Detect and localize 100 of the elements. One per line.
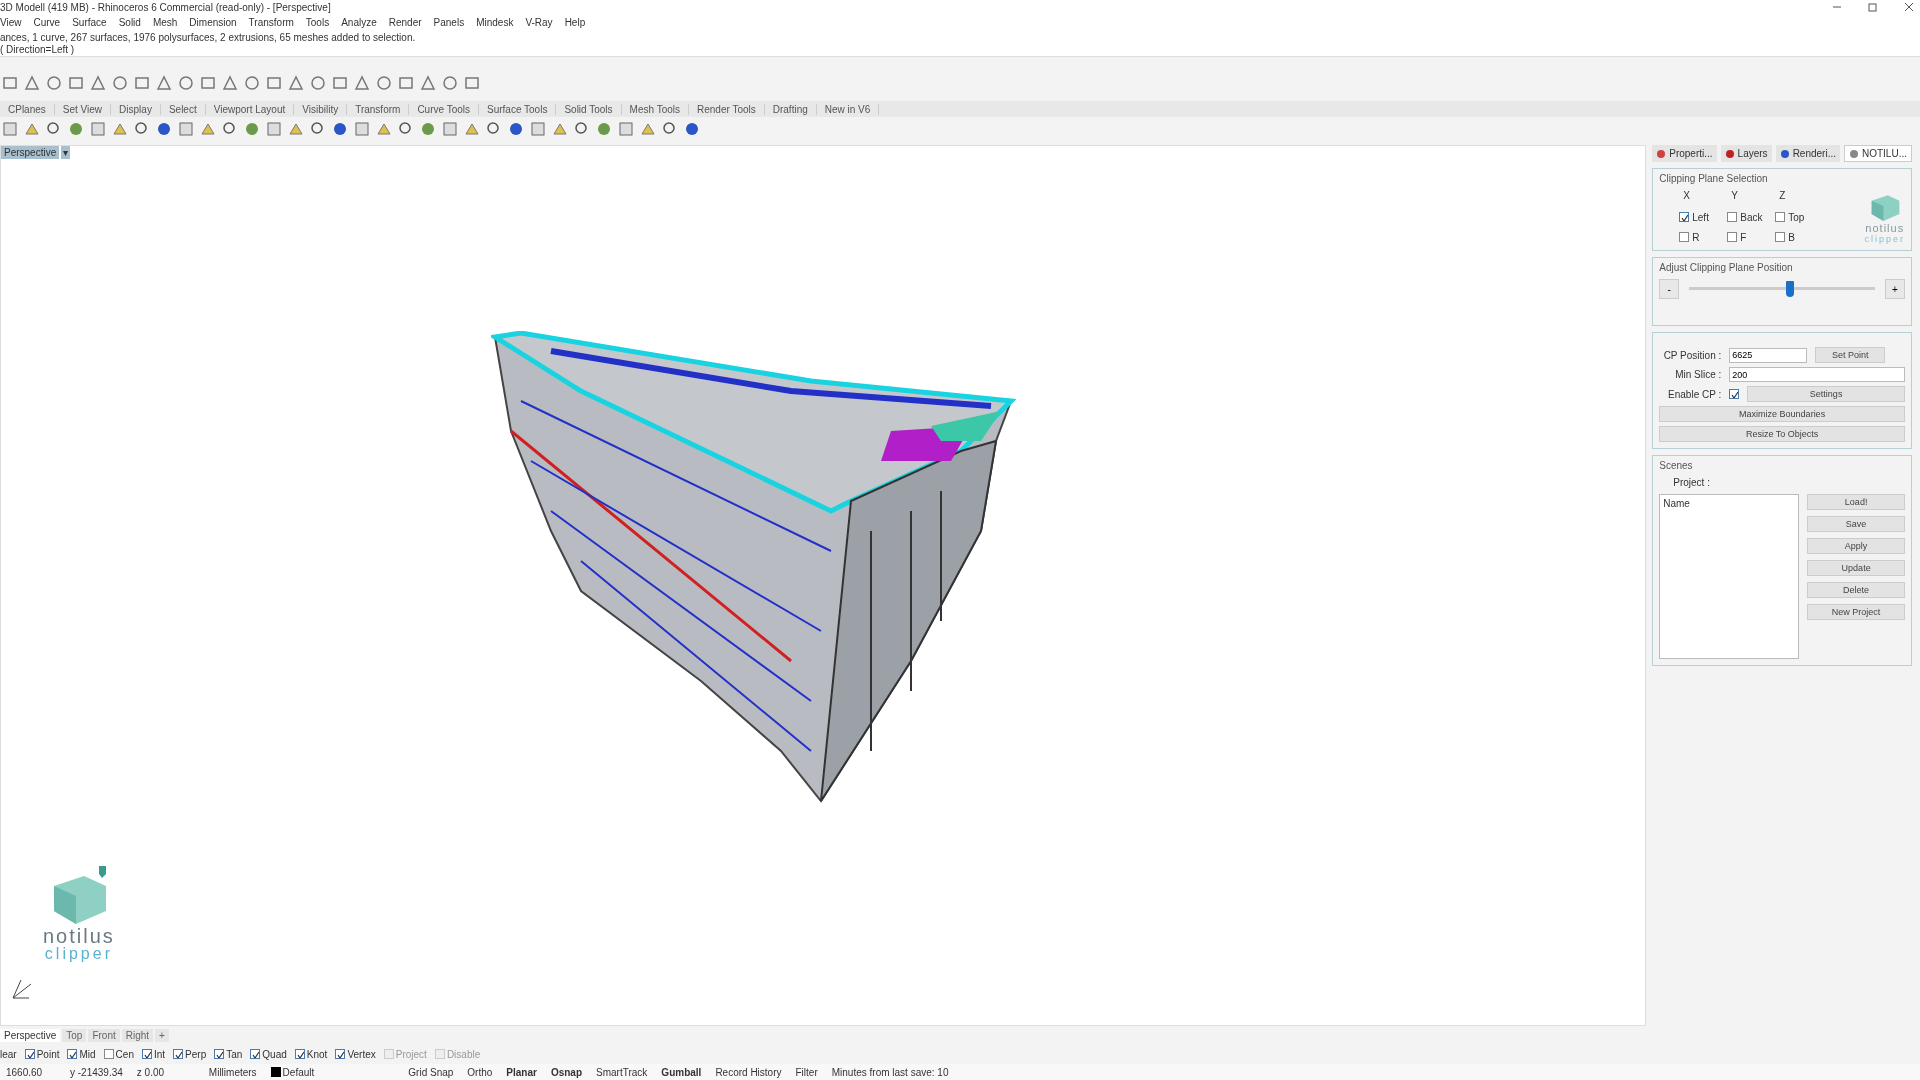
toolbar-tab[interactable]: Drafting [764, 103, 817, 115]
decrease-button[interactable]: - [1659, 279, 1680, 299]
resize-to-objects-button[interactable]: Resize To Objects [1659, 426, 1905, 442]
scene-button[interactable]: Update [1807, 560, 1905, 576]
toolbar-tool-icon[interactable] [508, 121, 524, 137]
toolbar-tool-icon[interactable] [222, 121, 238, 137]
checkbox[interactable] [103, 1049, 114, 1059]
menu-item[interactable]: Analyze [341, 16, 377, 28]
toolbar-tab[interactable]: Visibility [294, 103, 348, 115]
status-toggle[interactable]: Record History [715, 1066, 782, 1078]
toolbar-tool-icon[interactable] [288, 75, 304, 91]
menu-item[interactable]: Tools [305, 16, 330, 28]
toolbar-tool-icon[interactable] [552, 121, 568, 137]
toolbar-tab[interactable]: CPlanes [0, 103, 55, 115]
toolbar-tab[interactable]: New in V6 [816, 103, 880, 115]
checkbox[interactable] [173, 1049, 184, 1059]
toolbar-tool-icon[interactable] [200, 121, 216, 137]
restore-icon[interactable] [1868, 2, 1878, 12]
status-toggle[interactable]: Osnap [550, 1066, 583, 1078]
toolbar-tool-icon[interactable] [376, 75, 392, 91]
checkbox[interactable] [214, 1049, 225, 1059]
toolbar-tab[interactable]: Select [160, 103, 206, 115]
menu-item[interactable]: Solid [118, 16, 141, 28]
toolbar-tab[interactable]: Set View [54, 103, 112, 115]
slider-thumb[interactable] [1785, 281, 1794, 297]
close-icon[interactable] [1904, 2, 1914, 12]
status-toggle[interactable]: Gumball [661, 1066, 702, 1078]
menu-item[interactable]: Dimension [189, 16, 237, 28]
toolbar-tool-icon[interactable] [420, 75, 436, 91]
min-slice-field[interactable]: 200 [1729, 367, 1905, 382]
toolbar-tool-icon[interactable] [156, 121, 172, 137]
checkbox[interactable] [1727, 232, 1738, 242]
checkbox[interactable] [1775, 232, 1786, 242]
scene-list[interactable]: Name [1659, 494, 1800, 659]
scene-button[interactable]: Load! [1807, 494, 1905, 510]
viewport-tab[interactable]: Top [62, 1028, 87, 1042]
add-tab-button[interactable]: + [155, 1028, 169, 1042]
viewport-dropdown[interactable]: ▾ [61, 146, 71, 159]
toolbar-tool-icon[interactable] [640, 121, 656, 137]
menu-item[interactable]: View [0, 16, 22, 28]
layer-label[interactable]: Default [282, 1066, 315, 1078]
toolbar-tool-icon[interactable] [46, 75, 62, 91]
toolbar-tool-icon[interactable] [288, 121, 304, 137]
toolbar-tool-icon[interactable] [332, 121, 348, 137]
panel-tab[interactable]: NOTILU... [1844, 145, 1912, 162]
checkbox[interactable] [294, 1049, 305, 1059]
checkbox[interactable] [67, 1049, 78, 1059]
checkbox[interactable] [141, 1049, 152, 1059]
toolbar-tab[interactable]: Transform [347, 103, 410, 115]
toolbar-tool-icon[interactable] [68, 121, 84, 137]
toolbar-tool-icon[interactable] [376, 121, 392, 137]
toolbar-tool-icon[interactable] [684, 121, 700, 137]
settings-button[interactable]: Settings [1747, 386, 1905, 402]
menu-item[interactable]: Mesh [152, 16, 178, 28]
toolbar-tab[interactable]: Curve Tools [409, 103, 479, 115]
panel-tab[interactable]: Properti... [1652, 145, 1717, 162]
toolbar-tool-icon[interactable] [662, 121, 678, 137]
menu-item[interactable]: Surface [72, 16, 107, 28]
toolbar-tab[interactable]: Surface Tools [479, 103, 557, 115]
toolbar-tool-icon[interactable] [178, 75, 194, 91]
checkbox[interactable] [1775, 212, 1786, 222]
toolbar-tool-icon[interactable] [24, 121, 40, 137]
scene-button[interactable]: New Project [1807, 604, 1905, 620]
toolbar-tab[interactable]: Solid Tools [556, 103, 622, 115]
toolbar-tool-icon[interactable] [244, 75, 260, 91]
toolbar-tool-icon[interactable] [112, 75, 128, 91]
menu-item[interactable]: Help [564, 16, 586, 28]
toolbar-tool-icon[interactable] [112, 121, 128, 137]
toolbar-tool-icon[interactable] [596, 121, 612, 137]
set-point-button[interactable]: Set Point [1815, 347, 1886, 363]
toolbar-tool-icon[interactable] [310, 121, 326, 137]
checkbox[interactable] [1727, 212, 1738, 222]
viewport-tab[interactable]: Right [121, 1028, 154, 1042]
toolbar-tool-icon[interactable] [46, 121, 62, 137]
checkbox[interactable] [335, 1049, 346, 1059]
viewport-label[interactable]: Perspective [1, 146, 60, 159]
toolbar-tool-icon[interactable] [486, 121, 502, 137]
menu-item[interactable]: Mindesk [476, 16, 514, 28]
increase-button[interactable]: + [1885, 279, 1905, 299]
menu-item[interactable]: Panels [433, 16, 465, 28]
toolbar-tool-icon[interactable] [90, 75, 106, 91]
toolbar-tool-icon[interactable] [574, 121, 590, 137]
viewport-tab[interactable]: Front [88, 1028, 120, 1042]
toolbar-tool-icon[interactable] [420, 121, 436, 137]
toolbar-tool-icon[interactable] [310, 75, 326, 91]
viewport-tab[interactable]: Perspective [0, 1028, 61, 1042]
toolbar-tool-icon[interactable] [442, 75, 458, 91]
checkbox[interactable] [1679, 232, 1690, 242]
panel-tab[interactable]: Layers [1720, 145, 1772, 162]
status-toggle[interactable]: SmartTrack [596, 1066, 648, 1078]
panel-tab[interactable]: Renderi... [1775, 145, 1840, 162]
menu-item[interactable]: Render [388, 16, 422, 28]
menu-item[interactable]: Transform [248, 16, 294, 28]
scene-button[interactable]: Delete [1807, 582, 1905, 598]
status-toggle[interactable]: Filter [795, 1066, 818, 1078]
status-toggle[interactable]: Planar [506, 1066, 537, 1078]
checkbox[interactable] [1679, 212, 1690, 222]
toolbar-tab[interactable]: Display [111, 103, 161, 115]
checkbox[interactable] [24, 1049, 35, 1059]
cp-position-field[interactable]: 6625 [1729, 347, 1808, 363]
